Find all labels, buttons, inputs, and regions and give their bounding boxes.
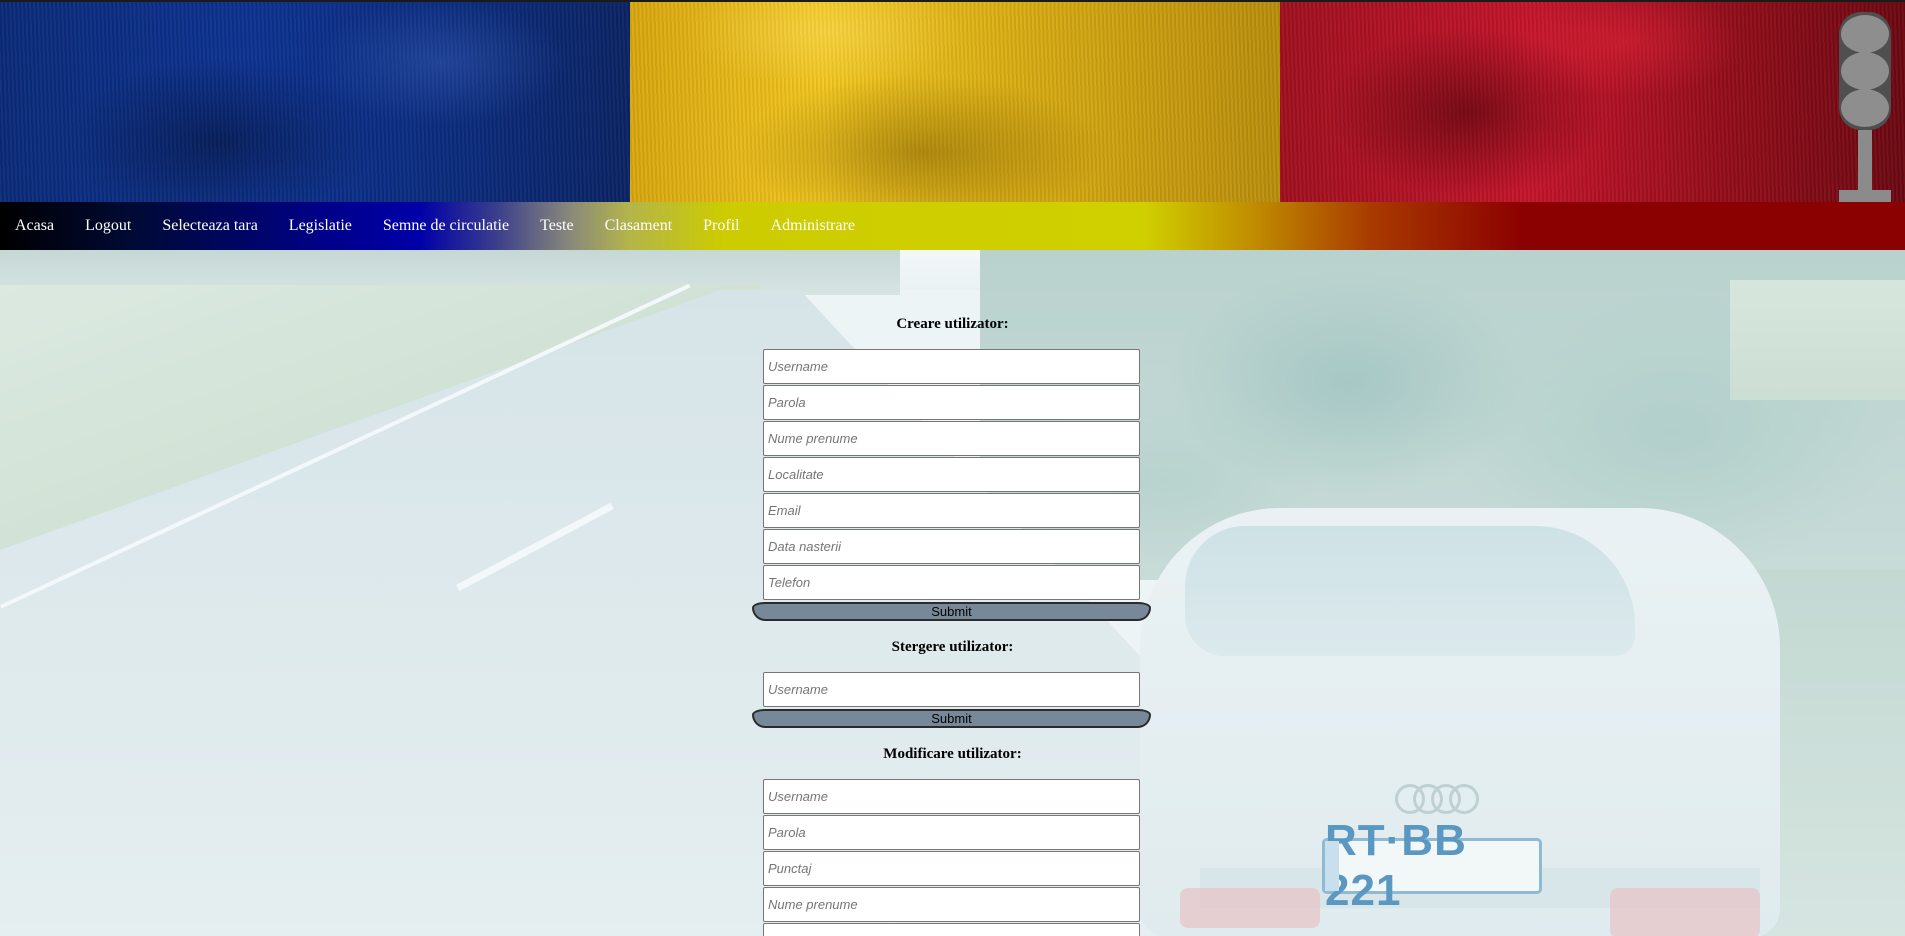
- modify-score-input[interactable]: [763, 851, 1140, 886]
- create-username-input[interactable]: [763, 349, 1140, 384]
- create-user-title: Creare utilizator:: [896, 316, 1009, 332]
- delete-username-input[interactable]: [763, 672, 1140, 707]
- modify-next-input[interactable]: [763, 923, 1140, 936]
- nav-logout[interactable]: Logout: [85, 217, 131, 235]
- nav-clasament[interactable]: Clasament: [605, 217, 673, 235]
- traffic-light-lamp: [1841, 15, 1889, 53]
- traffic-light-lamp: [1841, 89, 1889, 127]
- traffic-light-icon: [1839, 12, 1891, 202]
- create-locality-input[interactable]: [763, 457, 1140, 492]
- create-fullname-input[interactable]: [763, 421, 1140, 456]
- flag-stripe-yellow: [630, 2, 1280, 202]
- flag-stripe-blue: [0, 2, 630, 202]
- nav-acasa[interactable]: Acasa: [15, 217, 54, 235]
- nav-selecteaza-tara[interactable]: Selecteaza tara: [162, 217, 257, 235]
- header-banner: [0, 0, 1905, 202]
- main-nav: Acasa Logout Selecteaza tara Legislatie …: [0, 202, 1905, 250]
- traffic-light-body: [1839, 12, 1891, 130]
- create-birthdate-input[interactable]: [763, 529, 1140, 564]
- nav-legislatie[interactable]: Legislatie: [289, 217, 352, 235]
- create-phone-input[interactable]: [763, 565, 1140, 600]
- traffic-light-base: [1839, 190, 1891, 202]
- create-submit-button[interactable]: Submit: [752, 602, 1151, 621]
- modify-user-title: Modificare utilizator:: [883, 746, 1022, 762]
- delete-submit-button[interactable]: Submit: [752, 709, 1151, 728]
- nav-profil[interactable]: Profil: [703, 217, 739, 235]
- admin-forms: Creare utilizator: Submit Stergere utili…: [0, 250, 1905, 936]
- nav-teste[interactable]: Teste: [540, 217, 574, 235]
- modify-fullname-input[interactable]: [763, 887, 1140, 922]
- traffic-light-lamp: [1841, 52, 1889, 90]
- nav-administrare[interactable]: Administrare: [771, 217, 855, 235]
- modify-username-input[interactable]: [763, 779, 1140, 814]
- create-password-input[interactable]: [763, 385, 1140, 420]
- modify-password-input[interactable]: [763, 815, 1140, 850]
- traffic-light-pole: [1858, 130, 1872, 192]
- create-email-input[interactable]: [763, 493, 1140, 528]
- flag-stripe-red: [1280, 2, 1905, 202]
- delete-user-title: Stergere utilizator:: [891, 639, 1014, 655]
- nav-semne-de-circulatie[interactable]: Semne de circulatie: [383, 217, 509, 235]
